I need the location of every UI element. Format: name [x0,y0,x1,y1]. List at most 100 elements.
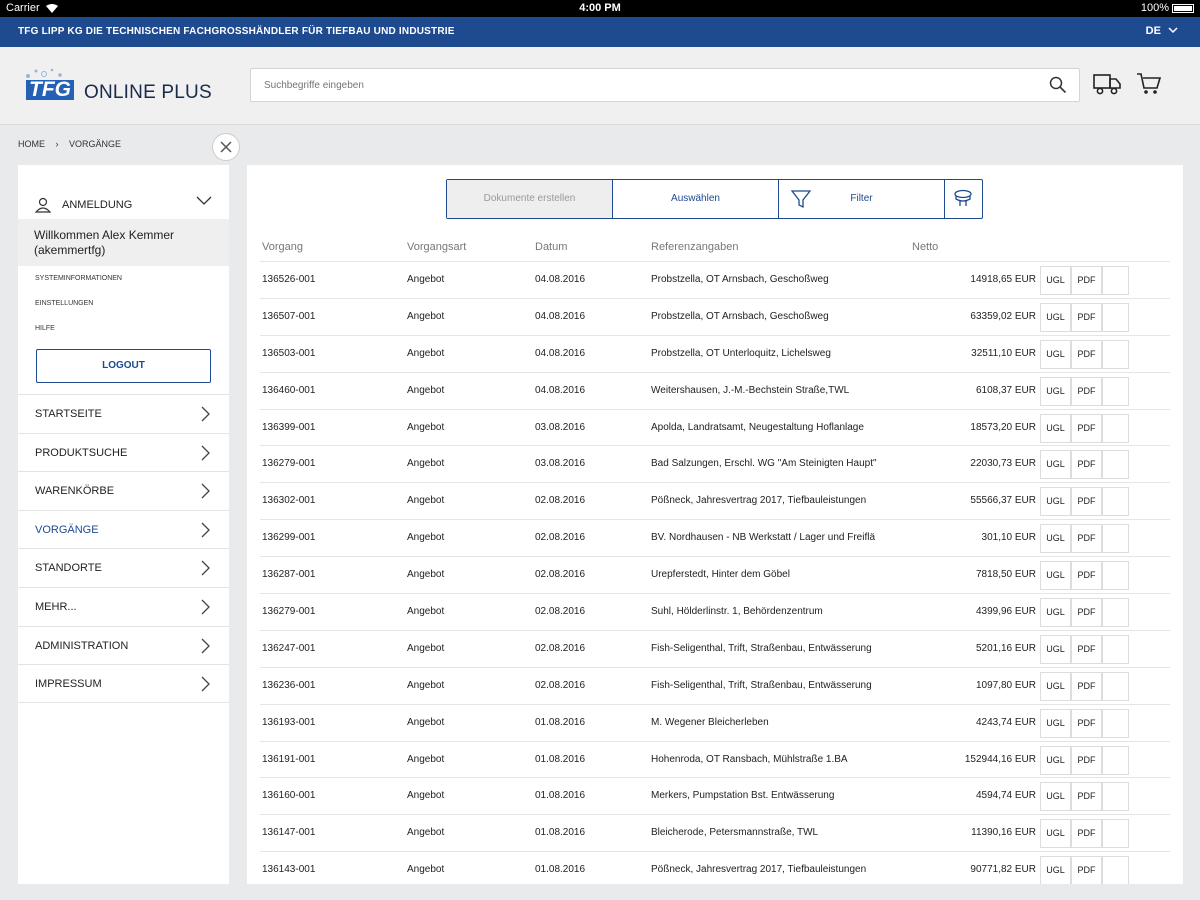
column-header-vorgangsart[interactable]: Vorgangsart [407,241,466,253]
breadcrumb: HOME › VORGÄNGE [18,139,129,149]
logout-button[interactable]: LOGOUT [36,349,211,383]
row-select-checkbox[interactable] [1102,856,1129,884]
create-documents-button[interactable]: Dokumente erstellen [447,180,613,218]
ugl-button[interactable]: UGL [1040,413,1071,443]
ugl-button[interactable]: UGL [1040,339,1071,369]
row-select-checkbox[interactable] [1102,819,1129,849]
sidebar-item-vorgänge[interactable]: VORGÄNGE [18,509,229,549]
row-select-checkbox[interactable] [1102,302,1129,332]
cell-datum: 02.08.2016 [535,642,586,654]
language-selector[interactable]: DE [1146,25,1178,37]
table-row[interactable]: 136526-001 Angebot 04.08.2016 Probstzella, … [260,261,1170,298]
row-select-checkbox[interactable] [1102,782,1129,812]
search-input[interactable] [251,69,1031,101]
table-row[interactable]: 136193-001 Angebot 01.08.2016 M. Wegener Bl… [260,703,1170,741]
pdf-button[interactable]: PDF [1071,302,1102,332]
table-row[interactable]: 136147-001 Angebot 01.08.2016 Bleicherode, … [260,814,1170,851]
ugl-button[interactable]: UGL [1040,376,1071,406]
pdf-button[interactable]: PDF [1071,376,1102,406]
pdf-button[interactable]: PDF [1071,487,1102,517]
table-row[interactable]: 136191-001 Angebot 01.08.2016 Hohenroda, OT… [260,740,1170,778]
ugl-button[interactable]: UGL [1040,708,1071,738]
column-header-vorgang[interactable]: Vorgang [262,241,303,253]
row-select-checkbox[interactable] [1102,671,1129,701]
ugl-button[interactable]: UGL [1040,745,1071,775]
ugl-button[interactable]: UGL [1040,634,1071,664]
ugl-button[interactable]: UGL [1040,819,1071,849]
pdf-button[interactable]: PDF [1071,671,1102,701]
row-select-checkbox[interactable] [1102,598,1129,628]
row-select-checkbox[interactable] [1102,266,1129,295]
table-row[interactable]: 136279-001 Angebot 03.08.2016 Bad Salzungen… [260,445,1170,482]
breadcrumb-home[interactable]: HOME [18,139,45,149]
row-select-checkbox[interactable] [1102,524,1129,554]
table-row[interactable]: 136160-001 Angebot 01.08.2016 Merkers, Pump… [260,777,1170,814]
row-select-checkbox[interactable] [1102,413,1129,443]
truck-icon[interactable] [1093,72,1121,96]
login-toggle[interactable]: ANMELDUNG [18,165,229,220]
row-select-checkbox[interactable] [1102,376,1129,406]
table-row[interactable]: 136299-001 Angebot 02.08.2016 BV. Nordhause… [260,519,1170,556]
link-einstellungen[interactable]: EINSTELLUNGEN [18,291,229,316]
table-row[interactable]: 136399-001 Angebot 03.08.2016 Apolda, Landr… [260,408,1170,446]
ugl-button[interactable]: UGL [1040,671,1071,701]
logo[interactable]: TFG ONLINE PLUS [18,67,218,107]
column-header-referenz[interactable]: Referenzangaben [651,241,738,253]
sidebar-item-warenkörbe[interactable]: WARENKÖRBE [18,471,229,510]
table-row[interactable]: 136287-001 Angebot 02.08.2016 Urepferstedt,… [260,556,1170,593]
sidebar-item-mehr[interactable]: MEHR... [18,586,229,626]
table-row[interactable]: 136279-001 Angebot 02.08.2016 Suhl, Hölderl… [260,593,1170,630]
table-row[interactable]: 136460-001 Angebot 04.08.2016 Weitershausen… [260,371,1170,409]
table-row[interactable]: 136236-001 Angebot 02.08.2016 Fish-Seligent… [260,666,1170,704]
pdf-button[interactable]: PDF [1071,339,1102,369]
ugl-button[interactable]: UGL [1040,302,1071,332]
table-row[interactable]: 136507-001 Angebot 04.08.2016 Probstzella, … [260,297,1170,335]
pdf-button[interactable]: PDF [1071,745,1102,775]
pdf-button[interactable]: PDF [1071,634,1102,664]
sidebar-item-impressum[interactable]: IMPRESSUM [18,664,229,703]
ugl-button[interactable]: UGL [1040,598,1071,628]
pdf-button[interactable]: PDF [1071,782,1102,812]
sidebar-item-startseite[interactable]: STARTSEITE [18,394,229,433]
pdf-button[interactable]: PDF [1071,524,1102,554]
ugl-button[interactable]: UGL [1040,487,1071,517]
pdf-button[interactable]: PDF [1071,450,1102,480]
row-select-checkbox[interactable] [1102,450,1129,480]
pdf-button[interactable]: PDF [1071,598,1102,628]
search-icon[interactable] [1049,76,1067,94]
column-header-netto[interactable]: Netto [912,241,938,253]
select-button[interactable]: Auswählen [613,180,779,218]
pdf-button[interactable]: PDF [1071,708,1102,738]
row-select-checkbox[interactable] [1102,745,1129,775]
table-row[interactable]: 136247-001 Angebot 02.08.2016 Fish-Seligent… [260,629,1170,667]
row-select-checkbox[interactable] [1102,634,1129,664]
table-row[interactable]: 136503-001 Angebot 04.08.2016 Probstzella, … [260,334,1170,372]
close-sidebar-button[interactable] [212,133,240,161]
filter-button[interactable]: Filter [779,180,945,218]
row-select-checkbox[interactable] [1102,339,1129,369]
ugl-button[interactable]: UGL [1040,856,1071,884]
pdf-button[interactable]: PDF [1071,561,1102,591]
ugl-button[interactable]: UGL [1040,561,1071,591]
ugl-button[interactable]: UGL [1040,450,1071,480]
row-select-checkbox[interactable] [1102,487,1129,517]
cart-icon[interactable] [1136,72,1162,96]
row-select-checkbox[interactable] [1102,561,1129,591]
link-systeminformationen[interactable]: SYSTEMINFORMATIONEN [18,266,229,291]
ugl-button[interactable]: UGL [1040,266,1071,295]
pdf-button[interactable]: PDF [1071,413,1102,443]
table-row[interactable]: 136302-001 Angebot 02.08.2016 Pößneck, Jahr… [260,482,1170,519]
row-select-checkbox[interactable] [1102,708,1129,738]
sidebar-item-produktsuche[interactable]: PRODUKTSUCHE [18,432,229,472]
table-row[interactable]: 136143-001 Angebot 01.08.2016 Pößneck, Jahr… [260,851,1170,884]
sidebar-item-standorte[interactable]: STANDORTE [18,548,229,587]
link-hilfe[interactable]: HILFE [18,316,229,341]
ugl-button[interactable]: UGL [1040,782,1071,812]
pdf-button[interactable]: PDF [1071,819,1102,849]
pdf-button[interactable]: PDF [1071,266,1102,295]
column-header-datum[interactable]: Datum [535,241,567,253]
column-settings-button[interactable] [945,180,982,218]
ugl-button[interactable]: UGL [1040,524,1071,554]
sidebar-item-administration[interactable]: ADMINISTRATION [18,625,229,665]
pdf-button[interactable]: PDF [1071,856,1102,884]
